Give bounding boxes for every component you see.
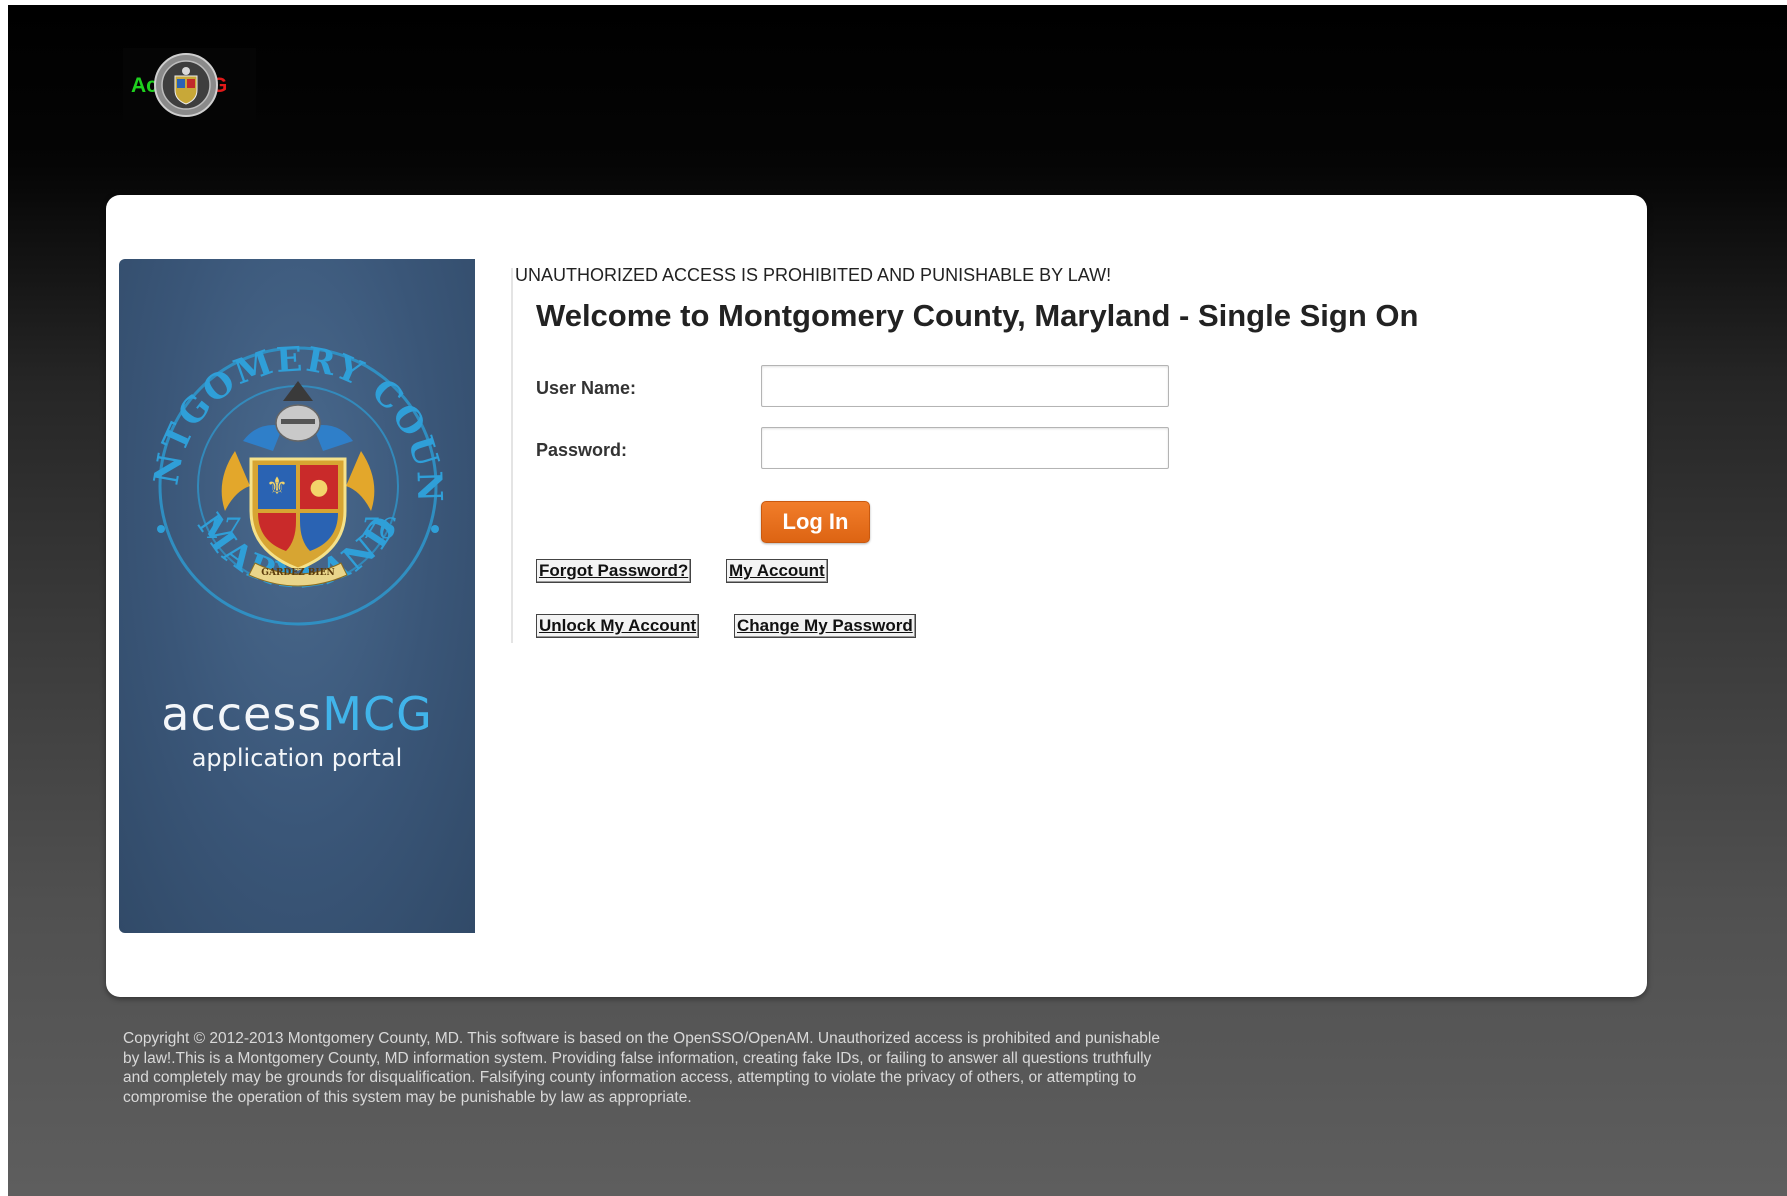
page-background: AcCG MONTGOMERY COUNTY <box>8 5 1787 1196</box>
unauthorized-warning: UNAUTHORIZED ACCESS IS PROHIBITED AND PU… <box>515 265 1112 285</box>
my-account-link[interactable]: My Account <box>726 559 828 583</box>
password-label: Password: <box>536 440 628 460</box>
seal-year-right: 76 <box>361 512 397 545</box>
login-card: MONTGOMERY COUNTY MARYLAND 17 76 <box>106 195 1647 997</box>
seal-motto: GARDEZ BIEN <box>261 568 334 578</box>
portal-name-accent: MCG <box>322 687 433 741</box>
change-password-link[interactable]: Change My Password <box>734 614 916 638</box>
vertical-divider <box>511 268 513 643</box>
svg-text:⚜: ⚜ <box>266 472 288 500</box>
forgot-password-link[interactable]: Forgot Password? <box>536 559 692 583</box>
password-input[interactable] <box>761 427 1169 469</box>
svg-text:●: ● <box>309 475 328 500</box>
portal-name: accessMCG <box>119 687 475 741</box>
username-input[interactable] <box>761 365 1169 407</box>
login-button[interactable]: Log In <box>761 501 870 543</box>
county-seal-icon <box>154 53 218 117</box>
footer-copyright: Copyright © 2012-2013 Montgomery County,… <box>123 1030 1160 1106</box>
brand-panel: MONTGOMERY COUNTY MARYLAND 17 76 <box>119 259 475 933</box>
page-title: Welcome to Montgomery County, Maryland -… <box>536 298 1419 333</box>
portal-name-plain: access <box>161 687 323 741</box>
montgomery-county-seal-icon: MONTGOMERY COUNTY MARYLAND 17 76 <box>143 331 447 626</box>
access-mcg-logo[interactable]: AcCG <box>123 48 256 120</box>
unlock-account-link[interactable]: Unlock My Account <box>536 614 700 638</box>
portal-subtitle: application portal <box>191 744 403 772</box>
seal-year-left: 17 <box>205 512 241 545</box>
username-label: User Name: <box>536 378 637 398</box>
